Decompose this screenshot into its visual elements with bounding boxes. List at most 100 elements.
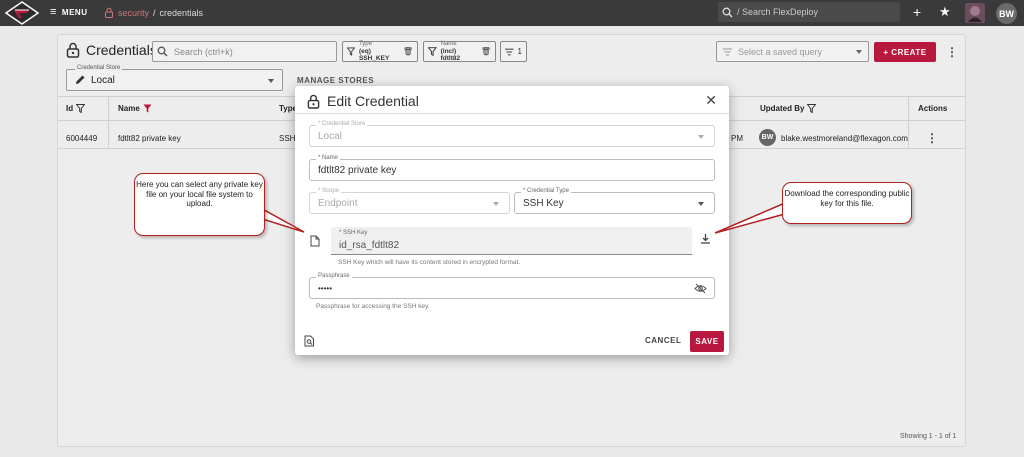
add-icon[interactable]: +	[913, 5, 921, 19]
more-vert-icon[interactable]: ⋮	[946, 45, 958, 59]
user-image-avatar[interactable]	[965, 3, 985, 23]
column-header-id-label: Id	[66, 104, 74, 113]
cell-updated-time-fragment: PM	[731, 134, 743, 143]
scope-select: * Scope Endpoint	[309, 188, 510, 214]
column-header-updated-by-label: Updated By	[760, 104, 805, 113]
user-image-icon	[968, 6, 982, 22]
credential-type-select[interactable]: * Credential Type SSH Key	[514, 188, 715, 214]
search-icon	[722, 7, 733, 17]
pencil-icon	[76, 75, 85, 84]
scope-value: Endpoint	[318, 198, 358, 209]
ssh-key-value: id_rsa_fdtlt82	[339, 240, 400, 251]
dialog-title: Edit Credential	[307, 93, 419, 109]
menu-label: MENU	[61, 7, 88, 17]
filter-chip-name[interactable]: Name (incl) fdtlt82 🗑	[423, 41, 496, 62]
file-search-icon[interactable]	[304, 335, 315, 347]
filter-active-icon[interactable]	[143, 104, 152, 113]
credential-store-label: Credential Store	[75, 65, 123, 71]
global-search-placeholder: / Search FlexDeploy	[737, 7, 819, 17]
callout-download-key: Download the corresponding public key fo…	[782, 182, 912, 224]
chevron-down-icon	[698, 135, 704, 139]
filter-icon	[347, 47, 355, 56]
saved-query-placeholder: Select a saved query	[738, 46, 823, 57]
breadcrumb: security / credentials	[104, 7, 203, 18]
breadcrumb-security[interactable]: security	[118, 8, 149, 18]
passphrase-helper-text: Passphrase for accessing the SSH key.	[316, 303, 430, 310]
column-header-name[interactable]: Name	[118, 104, 152, 113]
ssh-key-label: * SSH Key	[339, 230, 368, 236]
credential-store-value: Local	[91, 75, 115, 86]
filter-icon	[428, 47, 437, 56]
credential-store-select[interactable]: Credential Store Local	[66, 65, 283, 91]
cell-name[interactable]: fdtlt82 private key	[118, 134, 181, 143]
save-button[interactable]: SAVE	[690, 331, 724, 352]
star-icon[interactable]: ★	[939, 5, 951, 19]
column-header-actions-label: Actions	[918, 104, 948, 113]
visibility-off-icon[interactable]	[694, 283, 707, 294]
cancel-button[interactable]: CANCEL	[645, 336, 681, 345]
page-title: Credentials	[66, 42, 157, 58]
ssh-key-helper-text: SSH Key which will have its content stor…	[338, 259, 521, 266]
column-divider	[108, 96, 109, 148]
filter-chip-type[interactable]: Type (eq) SSH_KEY 🗑	[342, 41, 418, 62]
close-icon[interactable]: ✕	[705, 92, 717, 109]
cell-type: SSH	[279, 134, 296, 143]
download-icon[interactable]	[700, 233, 711, 244]
filter-chip-name-label: Name	[440, 41, 457, 47]
dialog-credential-store-select: * Credential Store Local	[309, 121, 715, 147]
filter-icon[interactable]	[76, 104, 86, 113]
ssh-key-field[interactable]: * SSH Key id_rsa_fdtlt82	[331, 227, 692, 255]
column-header-updated-by[interactable]: Updated By	[760, 104, 817, 113]
chevron-down-icon	[698, 202, 704, 206]
credentials-search-input[interactable]: Search (ctrl+k)	[152, 41, 337, 62]
filter-chip-type-value: (eq) SSH_KEY	[358, 48, 390, 62]
column-header-name-label: Name	[118, 104, 140, 113]
filter-icon[interactable]	[807, 104, 817, 113]
menu-button[interactable]: ≡ MENU	[50, 6, 88, 18]
filter-chip-type-label: Type	[358, 41, 372, 47]
filter-count-button[interactable]: 1	[500, 41, 527, 62]
passphrase-label: Passphrase	[316, 273, 352, 279]
dialog-credential-store-value: Local	[318, 131, 342, 142]
manage-stores-link[interactable]: MANAGE STORES	[297, 76, 374, 85]
trash-icon[interactable]: 🗑	[403, 48, 413, 56]
credential-type-label: * Credential Type	[521, 188, 571, 194]
pagination-summary: Showing 1 - 1 of 1	[900, 433, 957, 440]
breadcrumb-credentials: credentials	[159, 7, 204, 18]
saved-query-select[interactable]: Select a saved query	[716, 41, 869, 62]
filter-count: 1	[517, 47, 522, 56]
file-upload-icon[interactable]	[310, 235, 320, 247]
lock-icon	[105, 7, 113, 18]
callout-upload-key: Here you can select any private key file…	[134, 173, 265, 236]
name-field[interactable]: * Name fdtlt82 private key	[309, 155, 715, 181]
passphrase-field[interactable]: Passphrase •••••	[309, 273, 715, 299]
column-divider	[908, 96, 909, 148]
user-avatar[interactable]: BW	[996, 3, 1017, 24]
sort-lines-icon	[723, 48, 732, 55]
page-title-text: Credentials	[86, 42, 157, 58]
chevron-down-icon	[268, 79, 274, 83]
passphrase-value: •••••	[318, 284, 333, 293]
trash-icon[interactable]: 🗑	[481, 48, 491, 56]
global-search-input[interactable]: / Search FlexDeploy	[718, 2, 900, 22]
dialog-credential-store-label: * Credential Store	[316, 121, 368, 127]
row-actions-more-icon[interactable]: ⋮	[926, 131, 938, 145]
create-button[interactable]: + CREATE	[874, 42, 936, 62]
scope-label: * Scope	[316, 188, 342, 194]
chevron-down-icon	[856, 50, 862, 54]
breadcrumb-separator: /	[153, 7, 156, 18]
column-header-actions: Actions	[918, 104, 947, 113]
credentials-search-placeholder: Search (ctrl+k)	[174, 46, 233, 57]
name-field-value: fdtlt82 private key	[318, 165, 397, 176]
cell-updated-by: blake.westmoreland@flexagon.com	[781, 134, 908, 143]
hamburger-icon: ≡	[50, 6, 57, 18]
lock-icon	[66, 42, 80, 58]
column-header-id[interactable]: Id	[66, 104, 86, 113]
top-bar: ≡ MENU security / credentials / Search F…	[0, 0, 1024, 26]
lock-icon	[307, 94, 320, 109]
updated-by-avatar: BW	[759, 129, 776, 146]
dialog-title-text: Edit Credential	[327, 93, 419, 109]
filter-chip-name-value: (incl) fdtlt82	[440, 48, 461, 62]
flexdeploy-logo-icon[interactable]	[4, 1, 40, 25]
name-field-label: * Name	[316, 155, 341, 161]
